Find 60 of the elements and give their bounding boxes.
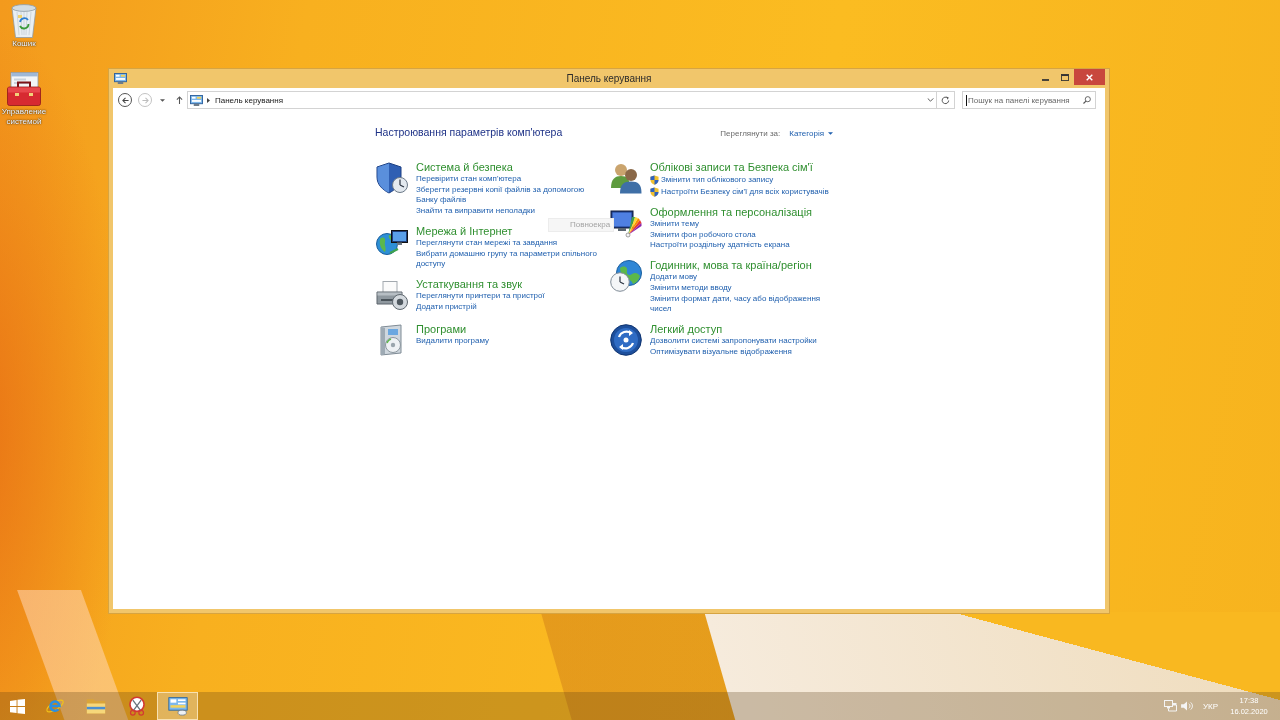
category-title[interactable]: Оформлення та персоналізація bbox=[650, 205, 813, 219]
maximize-icon[interactable] bbox=[1060, 73, 1069, 81]
task-link[interactable]: Настроїти роздільну здатність екрана bbox=[650, 240, 790, 252]
taskbar-button[interactable] bbox=[157, 692, 198, 720]
task-link[interactable]: Змінити методи вводу bbox=[650, 282, 732, 294]
task-link[interactable]: Переглянути принтери та пристрої bbox=[416, 290, 545, 302]
monitor-palette-icon bbox=[610, 207, 642, 239]
task-link[interactable]: Переглянути стан мережі та завдання bbox=[416, 237, 558, 249]
breadcrumb-item[interactable]: Панель керування bbox=[215, 95, 284, 105]
task-link[interactable]: Настроїти Безпеку сім'ї для всіх користувачів bbox=[661, 186, 829, 198]
task-link[interactable]: Вибрати домашню групу та параметри спільного доступу bbox=[416, 248, 605, 270]
refresh-button[interactable] bbox=[937, 91, 955, 109]
refresh-icon[interactable] bbox=[941, 95, 950, 105]
task-link[interactable]: Змінити формат дати, часу або відображення чисел bbox=[650, 293, 833, 315]
toolbox-icon[interactable] bbox=[7, 72, 41, 106]
task-link[interactable]: Додати мову bbox=[650, 272, 698, 283]
category-title[interactable]: Легкий доступ bbox=[650, 321, 723, 336]
category-title[interactable]: Годинник, мова та країна/регіон bbox=[650, 258, 812, 273]
folder-icon[interactable] bbox=[85, 696, 106, 716]
task-link[interactable]: Знайти та виправити неполадки bbox=[416, 206, 536, 217]
chevron-down-icon[interactable] bbox=[926, 98, 934, 102]
printer-speaker-icon bbox=[376, 278, 408, 311]
task-link[interactable]: Перевірити стан комп'ютера bbox=[416, 174, 522, 185]
task-link[interactable]: Видалити програму bbox=[416, 335, 490, 347]
category-title[interactable]: Устаткування та звук bbox=[416, 276, 523, 291]
two-people-icon bbox=[610, 162, 642, 194]
view-by-label: Переглянути за: bbox=[720, 129, 781, 138]
task-link[interactable]: Змінити тип облікового запису bbox=[661, 174, 774, 186]
close-icon[interactable] bbox=[1086, 73, 1093, 81]
four-tiles-icon[interactable] bbox=[9, 698, 25, 714]
control-panel-icon bbox=[190, 94, 203, 106]
recycle-bin-icon[interactable] bbox=[11, 4, 37, 38]
search-icon[interactable] bbox=[1083, 96, 1091, 104]
address-bar[interactable]: Панель керування bbox=[187, 91, 937, 109]
control-panel-icon[interactable] bbox=[114, 73, 127, 84]
window-title: Панель керування bbox=[566, 72, 652, 86]
page-heading: Настроювання параметрів комп'ютера bbox=[375, 126, 563, 139]
task-link[interactable]: Змінити фон робочого стола bbox=[650, 229, 756, 241]
chevron-icon[interactable] bbox=[207, 97, 210, 103]
search-field[interactable]: Пошук на панелі керування bbox=[962, 91, 1096, 109]
category-title[interactable]: Мережа й Інтернет bbox=[416, 223, 513, 238]
accessibility-icon bbox=[610, 323, 642, 356]
globe-clock-icon bbox=[610, 260, 642, 293]
caret-icon[interactable] bbox=[828, 132, 833, 135]
task-link[interactable]: Зберегти резервні копії файлів за допомогою Банку файлів bbox=[416, 184, 605, 207]
category-title[interactable]: Облікові записи та Безпека сім'ї bbox=[650, 160, 813, 174]
category-title[interactable]: Програми bbox=[416, 321, 467, 336]
caret-icon[interactable] bbox=[159, 98, 165, 102]
task-link[interactable]: Оптимізувати візуальне відображення bbox=[650, 346, 792, 358]
task-link[interactable]: Додати пристрій bbox=[416, 301, 477, 313]
category-title[interactable]: Система й безпека bbox=[416, 160, 513, 174]
scissors-icon[interactable] bbox=[126, 696, 147, 716]
shield-icon bbox=[376, 162, 408, 194]
minimize-icon[interactable] bbox=[1041, 78, 1049, 81]
task-link[interactable]: Дозволити системі запропонувати настройки bbox=[650, 335, 817, 347]
task-link[interactable]: Змінити тему bbox=[650, 219, 699, 230]
tooltip: Повноекра bbox=[548, 218, 615, 232]
close-button[interactable] bbox=[1074, 69, 1105, 85]
control-panel-icon[interactable] bbox=[167, 696, 188, 716]
view-by-dropdown[interactable]: Категорія bbox=[789, 129, 833, 138]
